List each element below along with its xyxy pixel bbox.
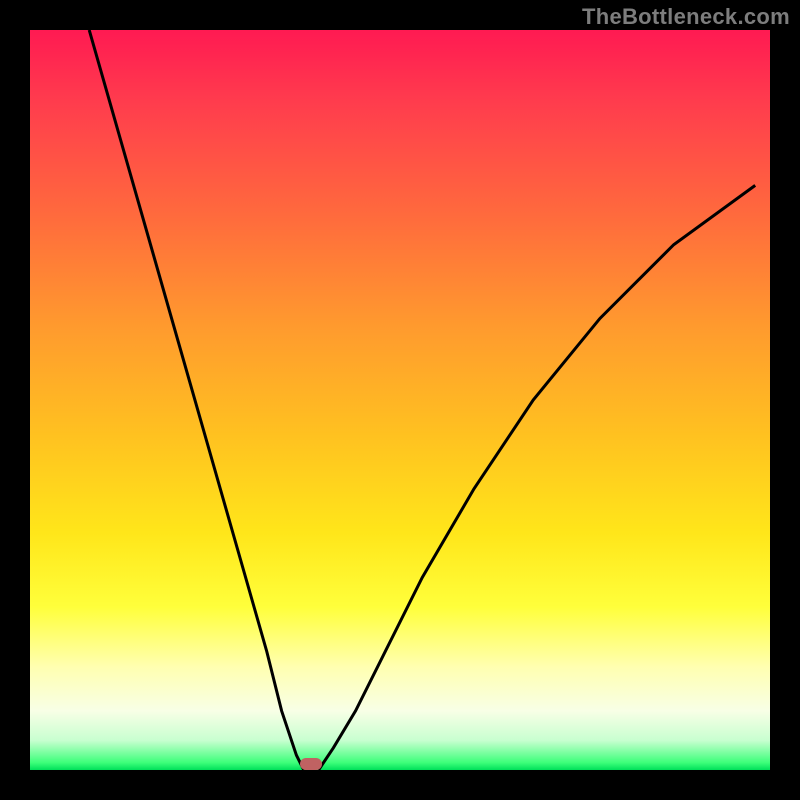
bottleneck-curve <box>30 30 770 770</box>
curve-right-branch <box>319 185 756 770</box>
minimum-marker <box>300 758 322 770</box>
chart-frame: TheBottleneck.com <box>0 0 800 800</box>
curve-left-branch <box>89 30 304 770</box>
watermark-text: TheBottleneck.com <box>582 4 790 30</box>
plot-area <box>30 30 770 770</box>
